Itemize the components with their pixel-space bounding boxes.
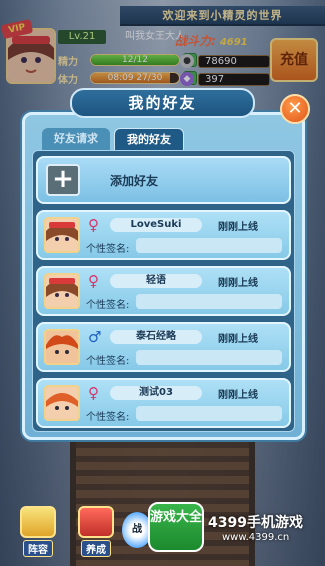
online-status: 刚刚上线 bbox=[218, 334, 258, 345]
female-icon: ♀ bbox=[88, 384, 99, 402]
list-item[interactable]: ♀ LoveSuki 刚刚上线 个性签名: bbox=[36, 210, 291, 260]
cultivate-icon bbox=[78, 506, 114, 538]
trainer-girl-orange-icon bbox=[46, 387, 78, 419]
signature-label: 个性签名: bbox=[86, 244, 130, 255]
online-status: 刚刚上线 bbox=[218, 390, 258, 401]
friend-name: 轻语 bbox=[110, 274, 202, 288]
friend-name: LoveSuki bbox=[110, 218, 202, 232]
trainer-boy-icon bbox=[46, 331, 78, 363]
list-item[interactable]: ♀ 轻语 刚刚上线 个性签名: bbox=[36, 266, 291, 316]
brand-logo: 4399手机游戏 bbox=[208, 515, 303, 531]
plus-icon: + bbox=[46, 164, 80, 196]
friend-avatar bbox=[44, 329, 80, 365]
cultivate-label: 养成 bbox=[81, 540, 111, 557]
tab-friend-requests[interactable]: 好友请求 bbox=[42, 128, 110, 150]
signature-label: 个性签名: bbox=[86, 356, 130, 367]
cultivate-button[interactable]: 养成 bbox=[76, 506, 116, 557]
friend-avatar bbox=[44, 273, 80, 309]
game-center-badge[interactable]: 游戏大全 bbox=[148, 502, 204, 552]
signature-field bbox=[136, 238, 282, 253]
signature-field bbox=[136, 406, 282, 421]
lineup-button[interactable]: 阵容 bbox=[18, 506, 58, 557]
list-item[interactable]: ♂ 泰石经略 刚刚上线 个性签名: bbox=[36, 322, 291, 372]
lineup-icon bbox=[20, 506, 56, 538]
female-icon: ♀ bbox=[88, 216, 99, 234]
list-item[interactable]: ♀ 测试03 刚刚上线 个性签名: bbox=[36, 378, 291, 428]
modal-title: 我的好友 bbox=[70, 88, 255, 118]
signature-field bbox=[136, 294, 282, 309]
brand-url: www.4399.cn bbox=[222, 532, 290, 543]
female-icon: ♀ bbox=[88, 272, 99, 290]
friend-name: 测试03 bbox=[110, 386, 202, 400]
close-button[interactable]: ✕ bbox=[280, 94, 310, 124]
trainer-girl-icon bbox=[46, 275, 78, 307]
male-icon: ♂ bbox=[88, 328, 102, 346]
trainer-girl-icon bbox=[46, 219, 78, 251]
add-friend-label: 添加好友 bbox=[110, 174, 159, 188]
friend-name: 泰石经略 bbox=[110, 330, 202, 344]
lineup-label: 阵容 bbox=[23, 540, 53, 557]
friend-avatar bbox=[44, 217, 80, 253]
signature-label: 个性签名: bbox=[86, 412, 130, 423]
add-friend-row[interactable]: + 添加好友 bbox=[36, 156, 291, 204]
online-status: 刚刚上线 bbox=[218, 278, 258, 289]
signature-field bbox=[136, 350, 282, 365]
online-status: 刚刚上线 bbox=[218, 222, 258, 233]
signature-label: 个性签名: bbox=[86, 300, 130, 311]
tab-my-friends[interactable]: 我的好友 bbox=[114, 128, 184, 150]
friend-avatar bbox=[44, 385, 80, 421]
